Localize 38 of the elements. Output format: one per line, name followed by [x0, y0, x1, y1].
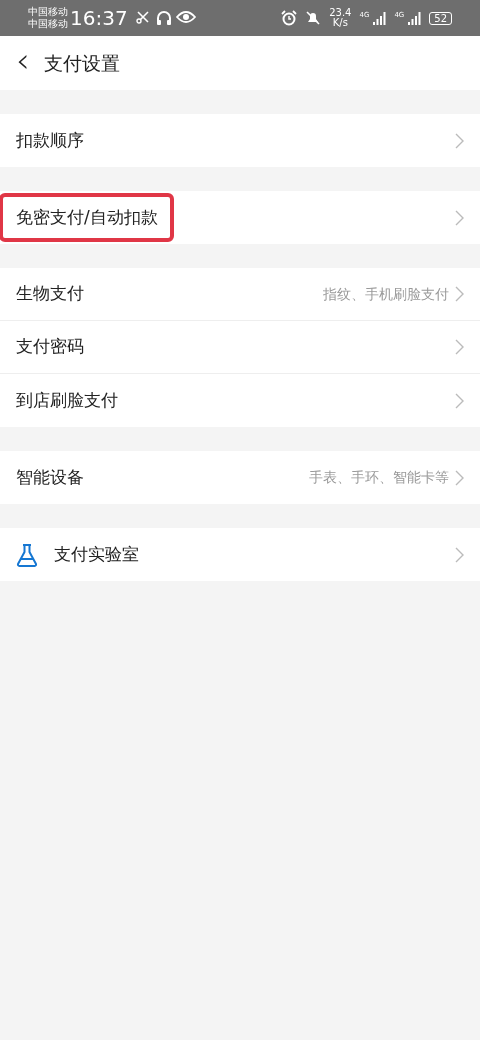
chevron-right-icon [455, 132, 464, 149]
clock-time: 16:37 [70, 5, 128, 32]
signal-icon [373, 11, 387, 25]
network-speed: 23.4 [329, 8, 352, 18]
flask-icon [16, 542, 38, 567]
settings-row[interactable]: 免密支付/自动扣款 [0, 191, 480, 244]
settings-row[interactable]: 智能设备 手表、手环、智能卡等 [0, 451, 480, 504]
row-label: 支付密码 [16, 335, 84, 359]
settings-row[interactable]: 支付实验室 [0, 528, 480, 581]
carrier-name: 中国移动 [28, 18, 68, 30]
row-label: 到店刷脸支付 [16, 388, 118, 412]
eye-icon [175, 10, 196, 24]
carrier-name: 中国移动 [28, 6, 68, 18]
settings-row[interactable]: 生物支付 指纹、手机刷脸支付 [0, 268, 480, 321]
muted-bell-icon [305, 10, 322, 26]
chevron-right-icon [455, 392, 464, 409]
chevron-right-icon [455, 209, 464, 226]
settings-row[interactable]: 支付密码 [0, 321, 480, 374]
row-label: 生物支付 [16, 282, 84, 306]
scissors-icon [135, 10, 152, 24]
chevron-right-icon [455, 286, 464, 302]
chevron-right-icon [455, 339, 464, 355]
back-button[interactable]: ‹ [16, 43, 30, 77]
speed-unit: K/s [331, 18, 349, 28]
page-title: 支付设置 [43, 50, 120, 76]
row-value: 手表、手环、智能卡等 [309, 468, 449, 487]
settings-row[interactable]: 扣款顺序 [0, 114, 480, 167]
chevron-right-icon [455, 469, 464, 486]
settings-row[interactable]: 到店刷脸支付 [0, 374, 480, 427]
chevron-right-icon [455, 546, 464, 563]
battery-level: 52 [429, 11, 452, 25]
headphones-icon [155, 10, 172, 26]
alarm-icon [281, 10, 298, 26]
row-label: 扣款顺序 [16, 128, 84, 152]
row-label: 支付实验室 [54, 542, 139, 566]
signal-icon [408, 11, 422, 25]
row-label: 智能设备 [16, 465, 84, 489]
row-value: 指纹、手机刷脸支付 [323, 284, 449, 304]
